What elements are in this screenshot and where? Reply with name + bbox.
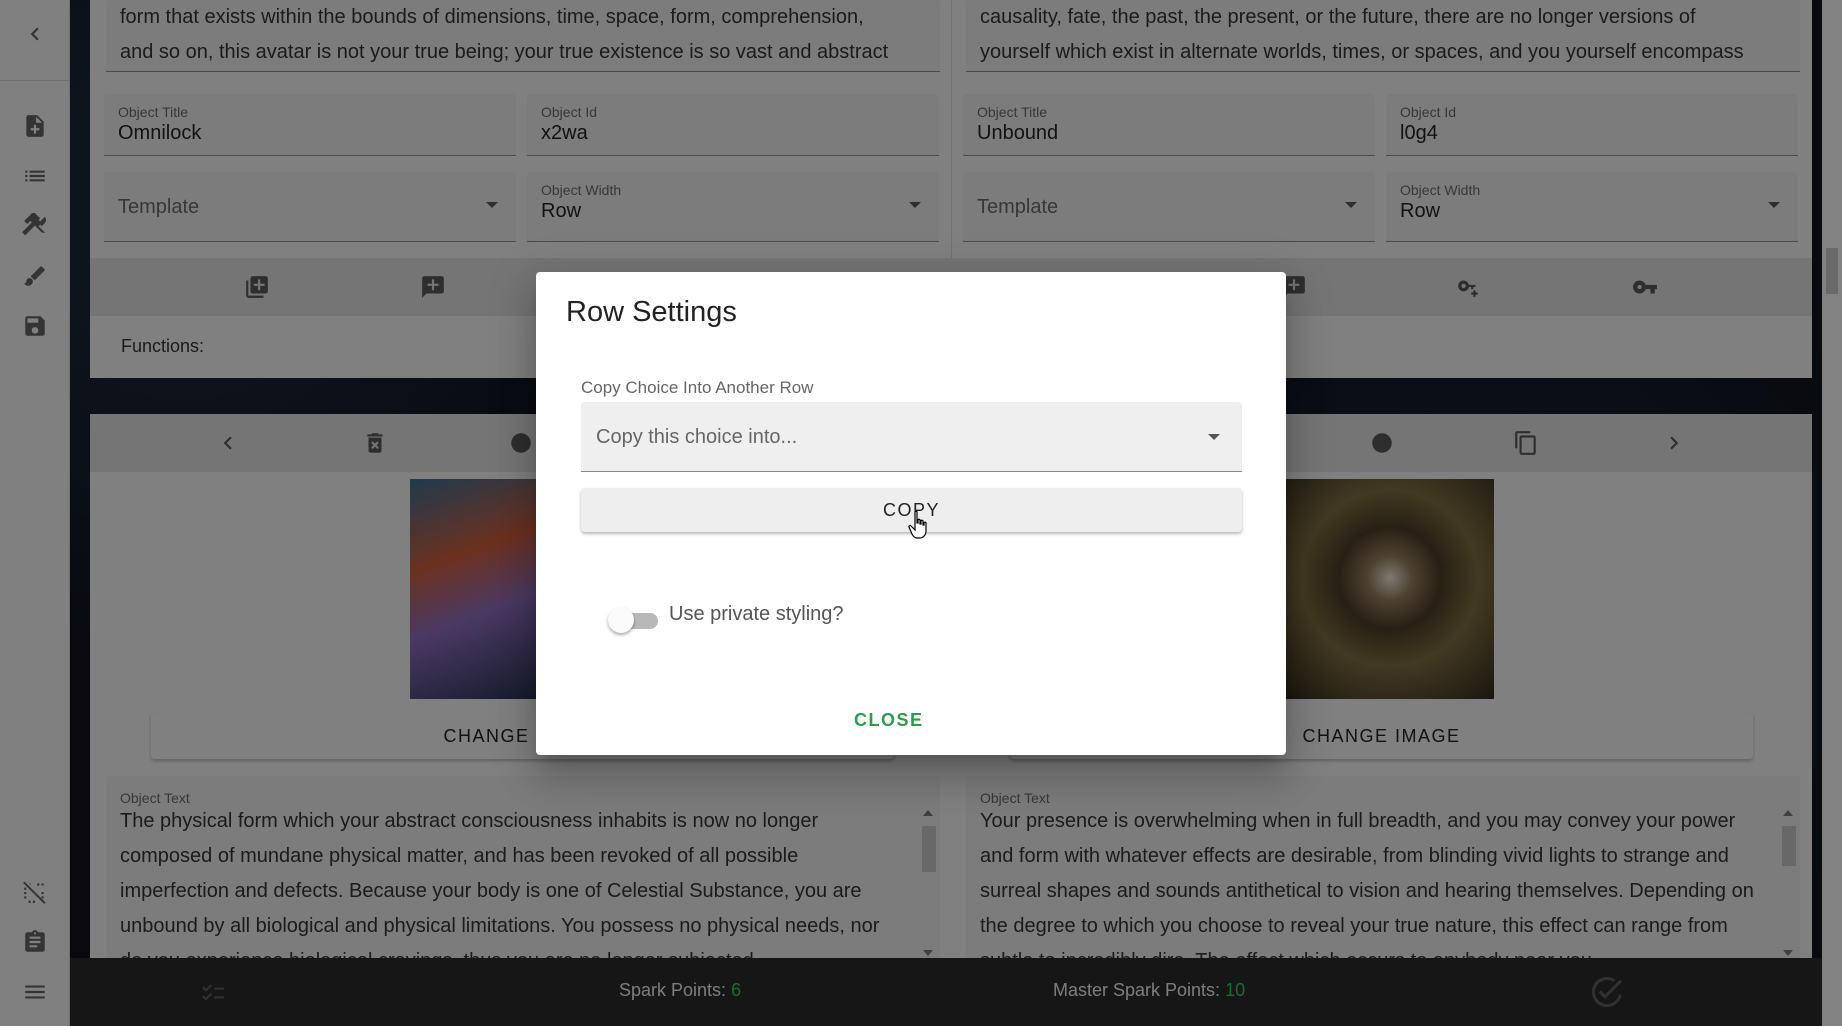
copy-choice-label: Copy Choice Into Another Row: [581, 378, 814, 397]
copy-choice-select[interactable]: Copy this choice into...: [581, 402, 1242, 472]
private-styling-toggle[interactable]: [608, 607, 660, 633]
pointer-cursor-icon: [908, 510, 927, 539]
close-button[interactable]: CLOSE: [854, 710, 924, 731]
private-styling-label: Use private styling?: [669, 603, 844, 625]
copy-choice-placeholder: Copy this choice into...: [596, 426, 798, 448]
chevron-down-icon: [1208, 434, 1220, 440]
toggle-knob: [608, 607, 634, 633]
dialog-title: Row Settings: [566, 296, 737, 328]
